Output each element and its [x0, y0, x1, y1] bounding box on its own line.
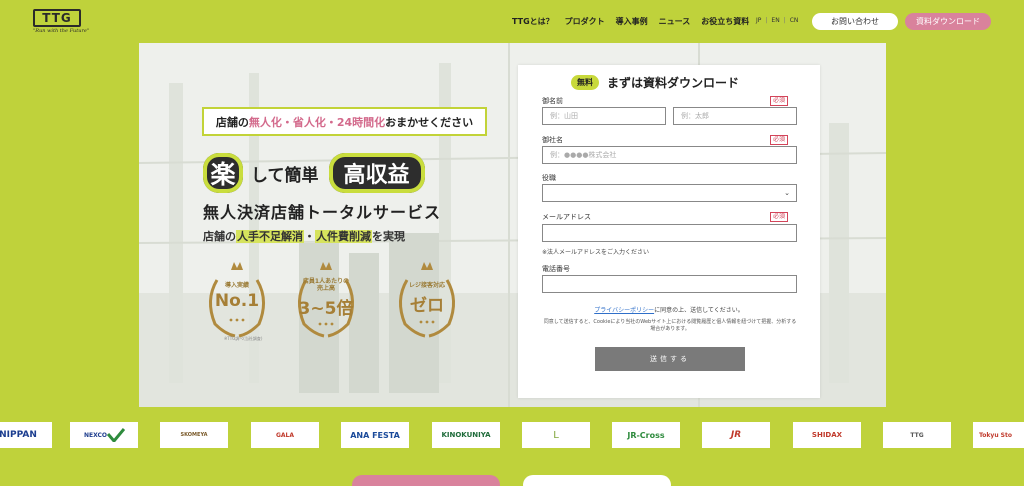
hero-subtitle: 無人決済店舗トータルサービス	[203, 203, 442, 222]
required-badge: 必須	[770, 96, 789, 106]
headline-middle: して簡単	[251, 165, 319, 186]
client-logo: TTG	[883, 422, 951, 448]
menu-item-resources[interactable]: お役立ち資料	[701, 16, 749, 27]
last-name-input[interactable]: 例：山田	[542, 107, 666, 125]
position-select[interactable]: ⌄	[542, 184, 797, 202]
bottom-cta-button[interactable]	[523, 475, 671, 486]
award-badge: 店員1人あたりの 売上高 3~5倍	[290, 258, 362, 340]
company-input[interactable]: 例：●●●●株式会社	[542, 146, 797, 164]
main-menu: TTGとは？ プロダクト 導入事例 ニュース お役立ち資料	[512, 16, 749, 27]
headline-char-badge: 楽	[203, 153, 243, 193]
email-hint: ※法人メールアドレスをご入力ください	[542, 249, 650, 256]
menu-item-news[interactable]: ニュース	[659, 16, 691, 27]
cookie-note: 同意して送信すると、Cookieにより当社のWebサイト上における閲覧履歴と個人…	[543, 319, 797, 332]
submit-button[interactable]: 送信する	[595, 347, 745, 371]
menu-item-product[interactable]: プロダクト	[565, 16, 605, 27]
lang-divider: |	[765, 17, 768, 24]
contact-button[interactable]: お問い合わせ	[812, 13, 898, 30]
privacy-policy-link[interactable]: プライバシーポリシー	[594, 307, 654, 314]
form-title: まずは資料ダウンロード	[607, 76, 740, 90]
lang-divider: |	[783, 17, 786, 24]
benefit-highlight-2: 人件費削減	[315, 230, 372, 243]
client-logo: GALA	[251, 422, 319, 448]
company-label: 御社名	[542, 136, 563, 144]
ribbon-prefix: 店舗の	[215, 115, 249, 129]
required-badge: 必須	[770, 135, 789, 145]
ribbon-accent: 無人化・省人化・24時間化	[248, 115, 386, 129]
benefit-separator: ・	[304, 230, 315, 243]
position-label: 役職	[542, 174, 556, 182]
benefit-prefix: 店舗の	[203, 230, 236, 243]
download-button[interactable]: 資料ダウンロード	[905, 13, 991, 30]
client-logo: NEXCO	[70, 422, 138, 448]
free-badge: 無料	[571, 75, 599, 90]
form-heading: 無料 まずは資料ダウンロード	[571, 74, 739, 91]
client-logo: KINOKUNIYA	[432, 422, 500, 448]
required-badge: 必須	[770, 212, 789, 222]
client-logo: JR-Cross	[612, 422, 680, 448]
client-logo: Tokyu Sto	[973, 422, 1024, 448]
client-logo: SKOMEYA	[160, 422, 228, 448]
benefit-suffix: を実現	[372, 230, 405, 243]
hero-ribbon: 店舗の 無人化・省人化・24時間化 おまかせください	[202, 107, 487, 136]
award-badge: レジ接客対応 ゼロ	[391, 258, 463, 340]
client-logo: ANA FESTA	[341, 422, 409, 448]
logo-mark: TTG	[33, 9, 81, 27]
language-switcher: JP | EN | CN	[756, 17, 798, 24]
menu-item-about[interactable]: TTGとは？	[512, 16, 554, 27]
phone-label: 電話番号	[542, 265, 570, 273]
award-label: レジ接客対応	[408, 282, 445, 289]
client-logo: L	[522, 422, 590, 448]
logo-tagline: "Run with the Future"	[33, 28, 90, 34]
lang-jp[interactable]: JP	[756, 17, 761, 24]
award-value: ゼロ	[410, 296, 444, 316]
client-logo: SHIDAX	[793, 422, 861, 448]
ribbon-suffix: おまかせください	[385, 115, 474, 129]
lang-cn[interactable]: CN	[790, 17, 799, 24]
name-label: 御名前	[542, 97, 563, 105]
policy-consent: プライバシーポリシーに同意の上、送信してください。	[518, 305, 820, 314]
client-logo-strip: NIPPAN NEXCO SKOMEYA GALA ANA FESTA KINO…	[0, 422, 1024, 448]
phone-input[interactable]	[542, 275, 797, 293]
award-footnote: ※TTG調べ(当社調査)	[224, 336, 263, 341]
checkmark-icon	[107, 428, 126, 442]
email-label: メールアドレス	[542, 213, 591, 221]
hero-benefit-line: 店舗の人手不足解消・人件費削減を実現	[203, 228, 405, 244]
lang-en[interactable]: EN	[771, 17, 779, 24]
download-form: 無料 まずは資料ダウンロード 御名前 必須 例：山田 例：太郎 御社名 必須 例…	[518, 65, 820, 398]
policy-text: に同意の上、送信してください。	[654, 307, 744, 314]
benefit-highlight-1: 人手不足解消	[236, 230, 304, 243]
client-logo: NIPPAN	[0, 422, 52, 448]
award-value: No.1	[214, 291, 260, 311]
email-input[interactable]	[542, 224, 797, 242]
ttg-logo[interactable]: TTG "Run with the Future"	[33, 9, 90, 36]
chevron-down-icon: ⌄	[784, 189, 790, 197]
award-label: 導入実績	[224, 282, 249, 289]
award-value: 3~5倍	[298, 299, 354, 319]
headline-pill: 高収益	[328, 153, 425, 193]
award-label: 店員1人あたりの 売上高	[302, 278, 350, 292]
top-navigation: TTG "Run with the Future" TTGとは？ プロダクト 導…	[0, 0, 1024, 42]
client-logo: JR	[702, 422, 770, 448]
hero-headline: 楽 して簡単 高収益	[203, 153, 425, 193]
first-name-input[interactable]: 例：太郎	[673, 107, 797, 125]
client-logo-text: NEXCO	[84, 431, 108, 439]
award-badge: 導入実績 No.1	[201, 258, 273, 340]
bottom-cta-button[interactable]	[352, 475, 500, 486]
menu-item-cases[interactable]: 導入事例	[616, 16, 648, 27]
